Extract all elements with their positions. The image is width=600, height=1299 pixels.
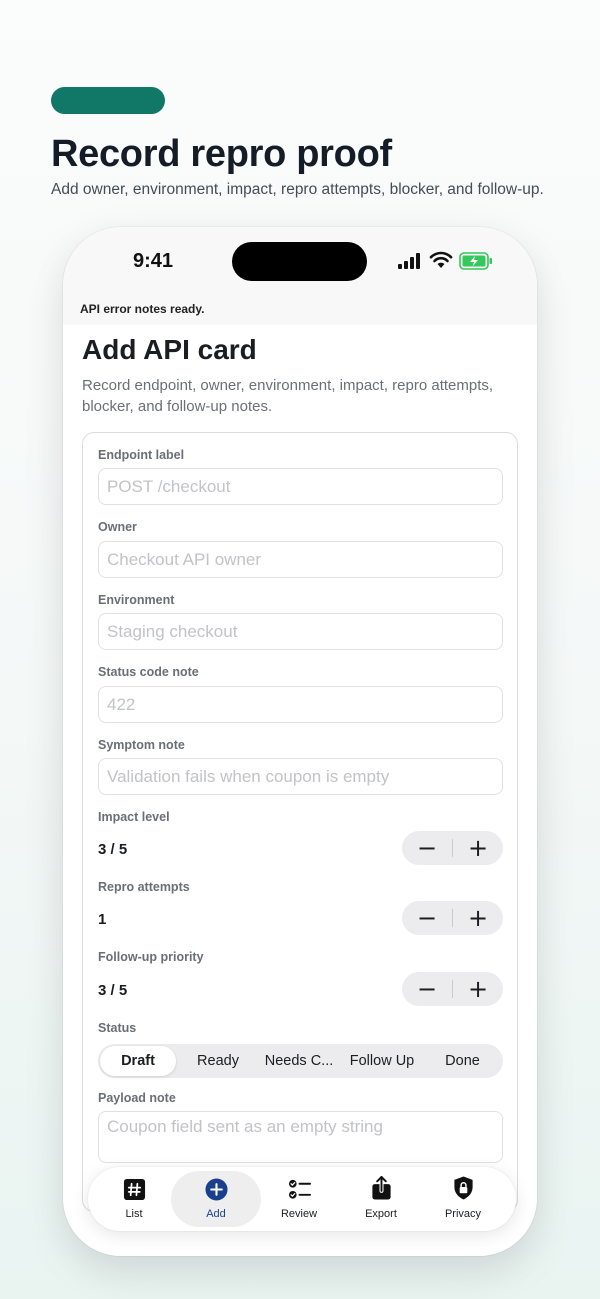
tab-list-label: List [125, 1208, 143, 1220]
owner-input[interactable] [98, 541, 503, 578]
status-code-label: Status code note [98, 665, 199, 679]
priority-increment-button[interactable]: + [453, 972, 503, 1006]
endpoint-input[interactable] [98, 468, 503, 505]
tab-add[interactable]: Add [171, 1171, 261, 1227]
priority-stepper: − + [402, 972, 503, 1006]
page-title: Add API card [82, 334, 257, 365]
status-label: Status [98, 1021, 137, 1035]
repro-label: Repro attempts [98, 880, 190, 894]
status-option-needs-confirmation[interactable]: Needs C... [258, 1046, 340, 1076]
impact-stepper: − + [402, 831, 503, 865]
impact-value: 3 / 5 [98, 841, 128, 858]
battery-charging-icon [459, 252, 492, 270]
tab-review[interactable]: Review [254, 1171, 344, 1227]
impact-increment-button[interactable]: + [453, 831, 503, 865]
hero-title: Record repro proof [51, 133, 392, 175]
status-bar: 9:41 [63, 227, 537, 297]
main-content: Add API card Record endpoint, owner, env… [63, 325, 537, 1256]
status-option-done[interactable]: Done [424, 1046, 501, 1076]
status-option-ready[interactable]: Ready [178, 1046, 258, 1076]
wifi-icon [429, 251, 453, 268]
priority-label: Follow-up priority [98, 950, 204, 964]
payload-label: Payload note [98, 1091, 176, 1105]
cellular-signal-icon [398, 253, 420, 269]
tab-export-label: Export [365, 1208, 397, 1220]
status-code-input[interactable] [98, 686, 503, 723]
share-icon [372, 1175, 391, 1200]
tab-review-label: Review [280, 1208, 318, 1220]
environment-label: Environment [98, 593, 175, 607]
impact-label: Impact level [98, 810, 170, 824]
tab-add-label: Add [206, 1208, 226, 1220]
tab-list[interactable]: List [89, 1171, 179, 1227]
tab-privacy[interactable]: Privacy [418, 1171, 508, 1227]
payload-input[interactable] [98, 1111, 503, 1163]
tab-export[interactable]: Export [336, 1171, 426, 1227]
tab-bar: List Add Review Export Privacy [88, 1167, 516, 1231]
page-description: Record endpoint, owner, environment, imp… [82, 377, 494, 415]
form-card: Endpoint label Owner Environment Status … [82, 432, 518, 1212]
symptom-input[interactable] [98, 758, 503, 795]
priority-decrement-button[interactable]: − [402, 972, 452, 1006]
owner-label: Owner [98, 520, 137, 534]
environment-input[interactable] [98, 613, 503, 650]
checklist-icon [288, 1179, 311, 1199]
symptom-label: Symptom note [98, 738, 185, 752]
repro-decrement-button[interactable]: − [402, 901, 452, 935]
plus-circle-icon [205, 1178, 228, 1201]
priority-value: 3 / 5 [98, 982, 128, 999]
repro-increment-button[interactable]: + [453, 901, 503, 935]
accent-pill [51, 87, 165, 114]
repro-stepper: − + [402, 901, 503, 935]
notice-banner: API error notes ready. [80, 302, 205, 316]
hero-subtitle: Add owner, environment, impact, repro at… [51, 181, 544, 198]
phone-frame: 9:41 API error notes ready. Add API card… [63, 227, 537, 1256]
impact-decrement-button[interactable]: − [402, 831, 452, 865]
repro-value: 1 [98, 911, 107, 928]
endpoint-label: Endpoint label [98, 448, 185, 462]
lock-shield-icon [454, 1176, 473, 1200]
dynamic-island [232, 242, 367, 281]
status-option-follow-up[interactable]: Follow Up [340, 1046, 424, 1076]
status-time: 9:41 [133, 250, 174, 272]
status-segmented-control: Draft Ready Needs C... Follow Up Done [98, 1044, 503, 1078]
status-option-draft[interactable]: Draft [100, 1046, 176, 1076]
hash-icon [123, 1178, 146, 1201]
tab-privacy-label: Privacy [444, 1208, 482, 1220]
